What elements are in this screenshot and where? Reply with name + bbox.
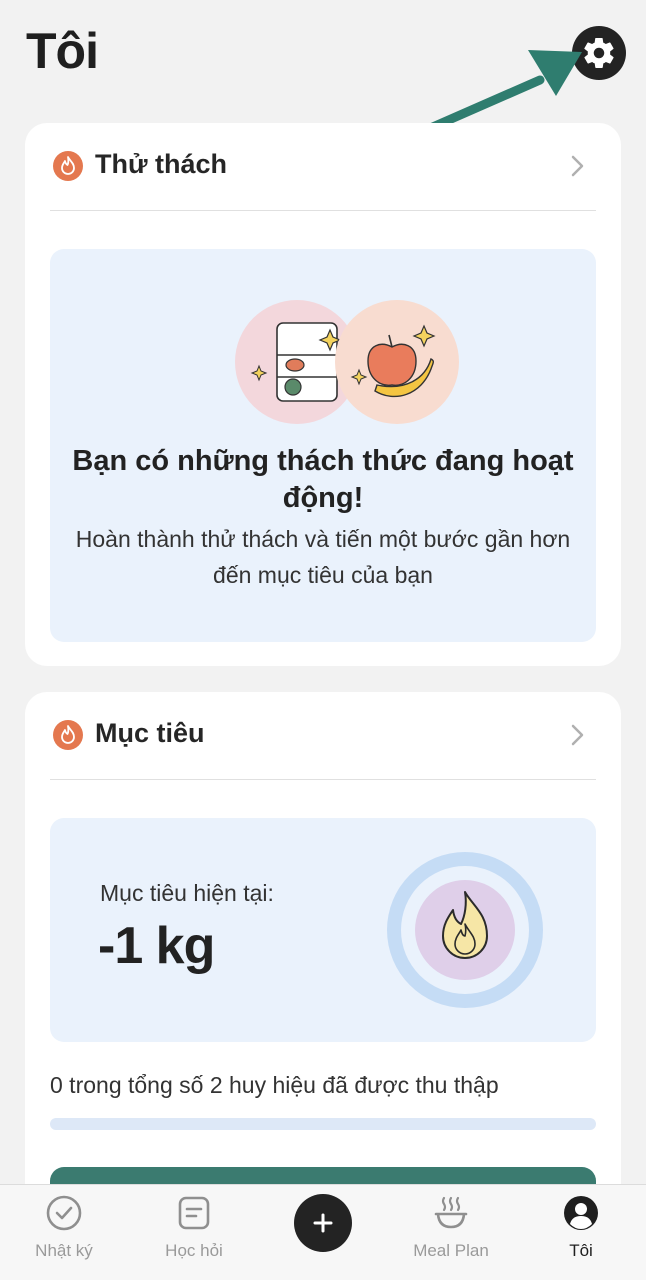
settings-button[interactable]	[572, 26, 626, 80]
tab-diary[interactable]: Nhật ký	[9, 1185, 119, 1280]
chevron-right-icon[interactable]	[565, 722, 589, 748]
tab-meal-plan[interactable]: Meal Plan	[396, 1185, 506, 1280]
current-goal-label: Mục tiêu hiện tại:	[100, 880, 274, 906]
tab-learn[interactable]: Học hỏi	[139, 1185, 249, 1280]
add-button[interactable]	[294, 1194, 352, 1252]
current-goal-panel: Mục tiêu hiện tại: -1 kg	[50, 818, 596, 1042]
goals-card[interactable]: Mục tiêu Mục tiêu hiện tại: -1 kg 0 tron…	[25, 692, 621, 1232]
divider	[50, 210, 596, 211]
notepad-icon	[178, 1196, 210, 1230]
flame-icon	[53, 151, 83, 181]
goals-header[interactable]: Mục tiêu	[25, 692, 621, 780]
challenges-heading: Bạn có những thách thức đang hoạt động!	[72, 445, 574, 514]
tab-label: Meal Plan	[413, 1241, 489, 1260]
divider	[50, 779, 596, 780]
bottom-tab-bar: Nhật ký Học hỏi Meal Plan Tôi	[0, 1184, 646, 1280]
plus-icon	[313, 1213, 333, 1233]
tab-label: Tôi	[569, 1241, 593, 1260]
tab-label: Nhật ký	[35, 1241, 93, 1260]
profile-icon	[564, 1196, 598, 1230]
challenges-title: Thử thách	[95, 149, 228, 179]
flame-icon	[53, 720, 83, 750]
tab-me[interactable]: Tôi	[526, 1185, 636, 1280]
current-goal-value: -1 kg	[98, 917, 215, 975]
check-circle-icon	[46, 1195, 82, 1231]
challenge-illustration	[235, 300, 459, 424]
steaming-bowl-icon	[434, 1196, 468, 1229]
challenges-panel: Bạn có những thách thức đang hoạt động! …	[50, 249, 596, 642]
flame-goal-icon	[387, 852, 543, 1008]
chevron-right-icon[interactable]	[565, 153, 589, 179]
goals-title: Mục tiêu	[95, 718, 205, 748]
challenges-subtitle: Hoàn thành thử thách và tiến một bước gầ…	[75, 526, 571, 588]
gear-icon	[584, 38, 614, 68]
page-title: Tôi	[26, 23, 99, 79]
badges-progress-bar	[50, 1118, 596, 1130]
challenges-header[interactable]: Thử thách	[25, 123, 621, 211]
badges-progress-text: 0 trong tổng số 2 huy hiệu đã được thu t…	[50, 1072, 499, 1098]
tab-label: Học hỏi	[165, 1241, 223, 1260]
challenges-card[interactable]: Thử thách Bạn có những thách thức đang h…	[25, 123, 621, 666]
